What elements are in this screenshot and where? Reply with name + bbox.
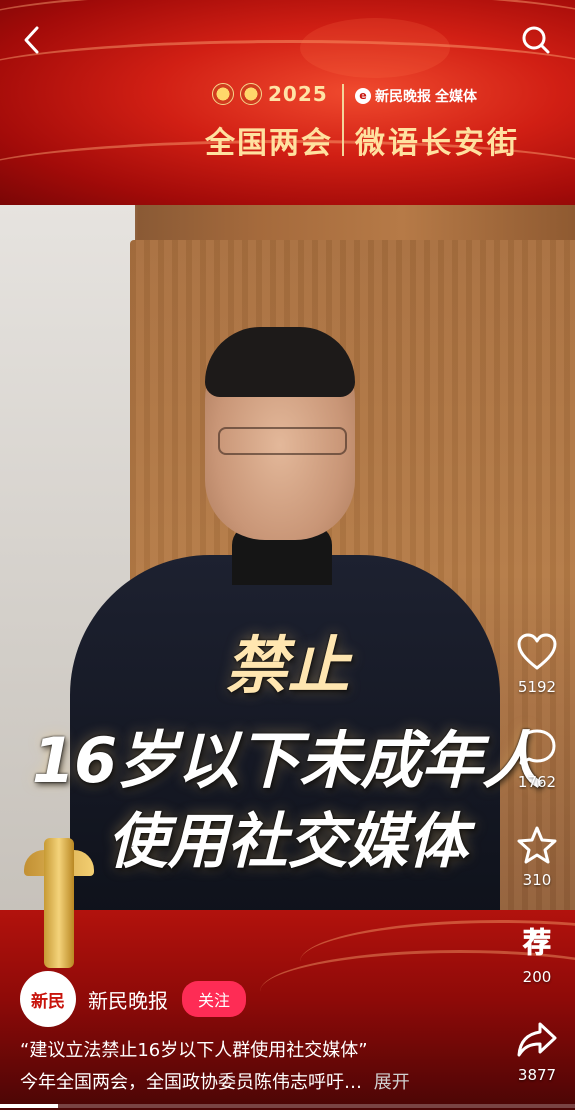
national-emblem <box>300 18 450 78</box>
author-row: 新民 新民晚报 关注 <box>20 971 247 1027</box>
svg-text:荐: 荐 <box>523 926 551 959</box>
overlay-line-1: 禁止 <box>225 629 350 702</box>
comment-icon <box>518 729 556 765</box>
banner-year: 2025 <box>268 82 328 106</box>
recommend-icon: 荐 <box>523 926 552 960</box>
video-progress-fill <box>0 1104 58 1108</box>
video-feed-screen: 2025 e 新民晚报 全媒体 全国两会 微语长安街 禁止 16岁以下未成年人 … <box>0 0 575 1110</box>
banner-badges: 2025 <box>212 82 328 106</box>
cppcc-badge-icon <box>240 83 262 105</box>
video-player[interactable]: 禁止 16岁以下未成年人 使用社交媒体 <box>0 205 575 910</box>
search-icon <box>522 26 550 54</box>
share-count: 3877 <box>517 1066 557 1084</box>
video-progress-bar[interactable] <box>0 1104 575 1108</box>
banner-right-title: 微语长安街 <box>355 126 520 161</box>
favorite-count: 310 <box>522 871 552 889</box>
comment-button[interactable]: 1762 <box>507 727 567 791</box>
author-name[interactable]: 新民晚报 <box>88 985 168 1014</box>
recommend-button[interactable]: 荐 200 <box>507 922 567 986</box>
banner-divider <box>342 84 344 156</box>
search-button[interactable] <box>518 22 554 58</box>
avatar[interactable]: 新民 <box>20 971 76 1027</box>
overlay-line-2: 16岁以下未成年人 <box>31 724 544 797</box>
media-logo: e 新民晚报 全媒体 <box>355 86 477 106</box>
share-button[interactable]: 3877 <box>507 1020 567 1084</box>
glasses <box>218 427 347 455</box>
back-button[interactable] <box>14 22 50 58</box>
like-count: 5192 <box>517 678 557 696</box>
chevron-left-icon <box>24 26 39 54</box>
post-description: 今年全国两会，全国政协委员陈伟志呼吁… <box>20 1072 362 1093</box>
comment-count: 1762 <box>517 773 557 791</box>
emblem-badge-icon <box>212 83 234 105</box>
like-button[interactable]: 5192 <box>507 632 567 696</box>
media-logo-icon: e <box>355 88 371 104</box>
recommend-count: 200 <box>522 968 552 986</box>
banner-left-title: 全国两会 <box>205 126 333 161</box>
star-icon <box>517 826 557 864</box>
huabiao-pillar <box>44 838 74 968</box>
favorite-button[interactable]: 310 <box>507 825 567 889</box>
media-brand: 新民晚报 <box>375 89 431 105</box>
media-suffix: 全媒体 <box>435 89 477 105</box>
follow-button[interactable]: 关注 <box>182 981 247 1017</box>
expand-link[interactable]: 展开 <box>374 1072 410 1093</box>
heart-icon <box>517 633 557 670</box>
top-banner: 2025 e 新民晚报 全媒体 全国两会 微语长安街 <box>0 0 575 205</box>
post-title: “建议立法禁止16岁以下人群使用社交媒体” <box>20 1040 368 1061</box>
post-description-row: 今年全国两会，全国政协委员陈伟志呼吁… 展开 <box>20 1068 410 1094</box>
share-icon <box>517 1022 557 1057</box>
